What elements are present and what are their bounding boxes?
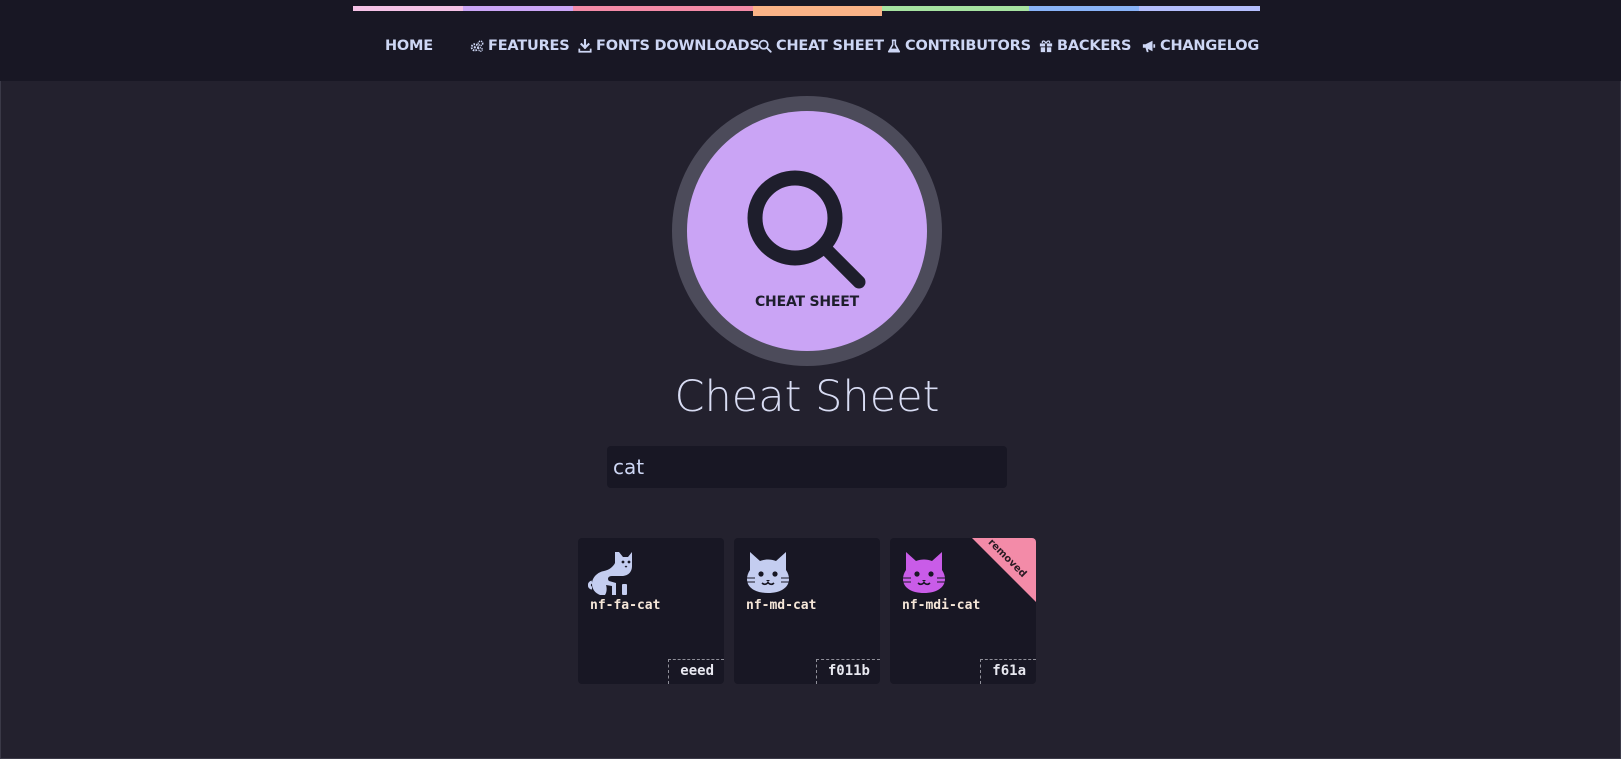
search-input[interactable]	[607, 446, 1007, 488]
cat-face-icon	[744, 548, 792, 596]
cogs-icon	[470, 39, 484, 53]
gift-icon	[1039, 39, 1053, 53]
main-nav: HOME FEATURES FONTS DOWNLOADS CHEAT SHEE…	[353, 34, 1260, 58]
glyph-card[interactable]: nf-md-cat f011b	[734, 538, 880, 684]
search-icon	[745, 168, 870, 293]
rainbow-segment	[463, 6, 573, 11]
rainbow-segment	[573, 6, 753, 11]
glyph-card[interactable]: nf-mdi-cat removed f61a	[890, 538, 1036, 684]
nav-contributors-label: CONTRIBUTORS	[905, 38, 1031, 54]
glyph-card[interactable]: nf-fa-cat eeed	[578, 538, 724, 684]
flask-icon	[887, 39, 901, 53]
nav-changelog[interactable]: CHANGELOG	[1142, 34, 1259, 58]
cat-sitting-icon	[588, 548, 636, 596]
page-title: Cheat Sheet	[674, 372, 940, 422]
rainbow-segment	[1029, 6, 1139, 11]
rainbow-segment	[882, 6, 1029, 11]
hero-caption: CHEAT SHEET	[754, 294, 859, 310]
glyph-name: nf-mdi-cat	[902, 598, 981, 613]
nav-backers-label: BACKERS	[1057, 38, 1132, 54]
glyph-name: nf-md-cat	[746, 598, 817, 613]
glyph-code[interactable]: f011b	[815, 659, 880, 684]
glyph-code[interactable]: eeed	[668, 659, 724, 684]
cat-face-icon	[900, 548, 948, 596]
nav-features[interactable]: FEATURES	[470, 34, 570, 58]
rainbow-segment	[1139, 6, 1260, 11]
nav-contributors[interactable]: CONTRIBUTORS	[887, 34, 1031, 58]
download-icon	[578, 39, 592, 53]
nav-cheat-sheet-label: CHEAT SHEET	[776, 38, 884, 54]
nav-fonts-downloads[interactable]: FONTS DOWNLOADS	[578, 34, 760, 58]
search-icon	[758, 39, 772, 53]
rainbow-segment	[353, 6, 463, 11]
rainbow-bar	[353, 6, 1260, 16]
nav-home-label: HOME	[385, 38, 433, 54]
glyph-code[interactable]: f61a	[980, 659, 1036, 684]
rainbow-segment-active	[753, 6, 882, 16]
nav-cheat-sheet[interactable]: CHEAT SHEET	[758, 34, 884, 58]
site-header: HOME FEATURES FONTS DOWNLOADS CHEAT SHEE…	[0, 0, 1621, 81]
nav-changelog-label: CHANGELOG	[1160, 38, 1260, 54]
bullhorn-icon	[1142, 39, 1156, 53]
nav-fonts-downloads-label: FONTS DOWNLOADS	[596, 38, 760, 54]
nav-backers[interactable]: BACKERS	[1039, 34, 1131, 58]
nav-home[interactable]: HOME	[385, 34, 433, 58]
glyph-name: nf-fa-cat	[590, 598, 661, 613]
removed-ribbon: removed	[972, 538, 1036, 602]
nav-features-label: FEATURES	[488, 38, 570, 54]
